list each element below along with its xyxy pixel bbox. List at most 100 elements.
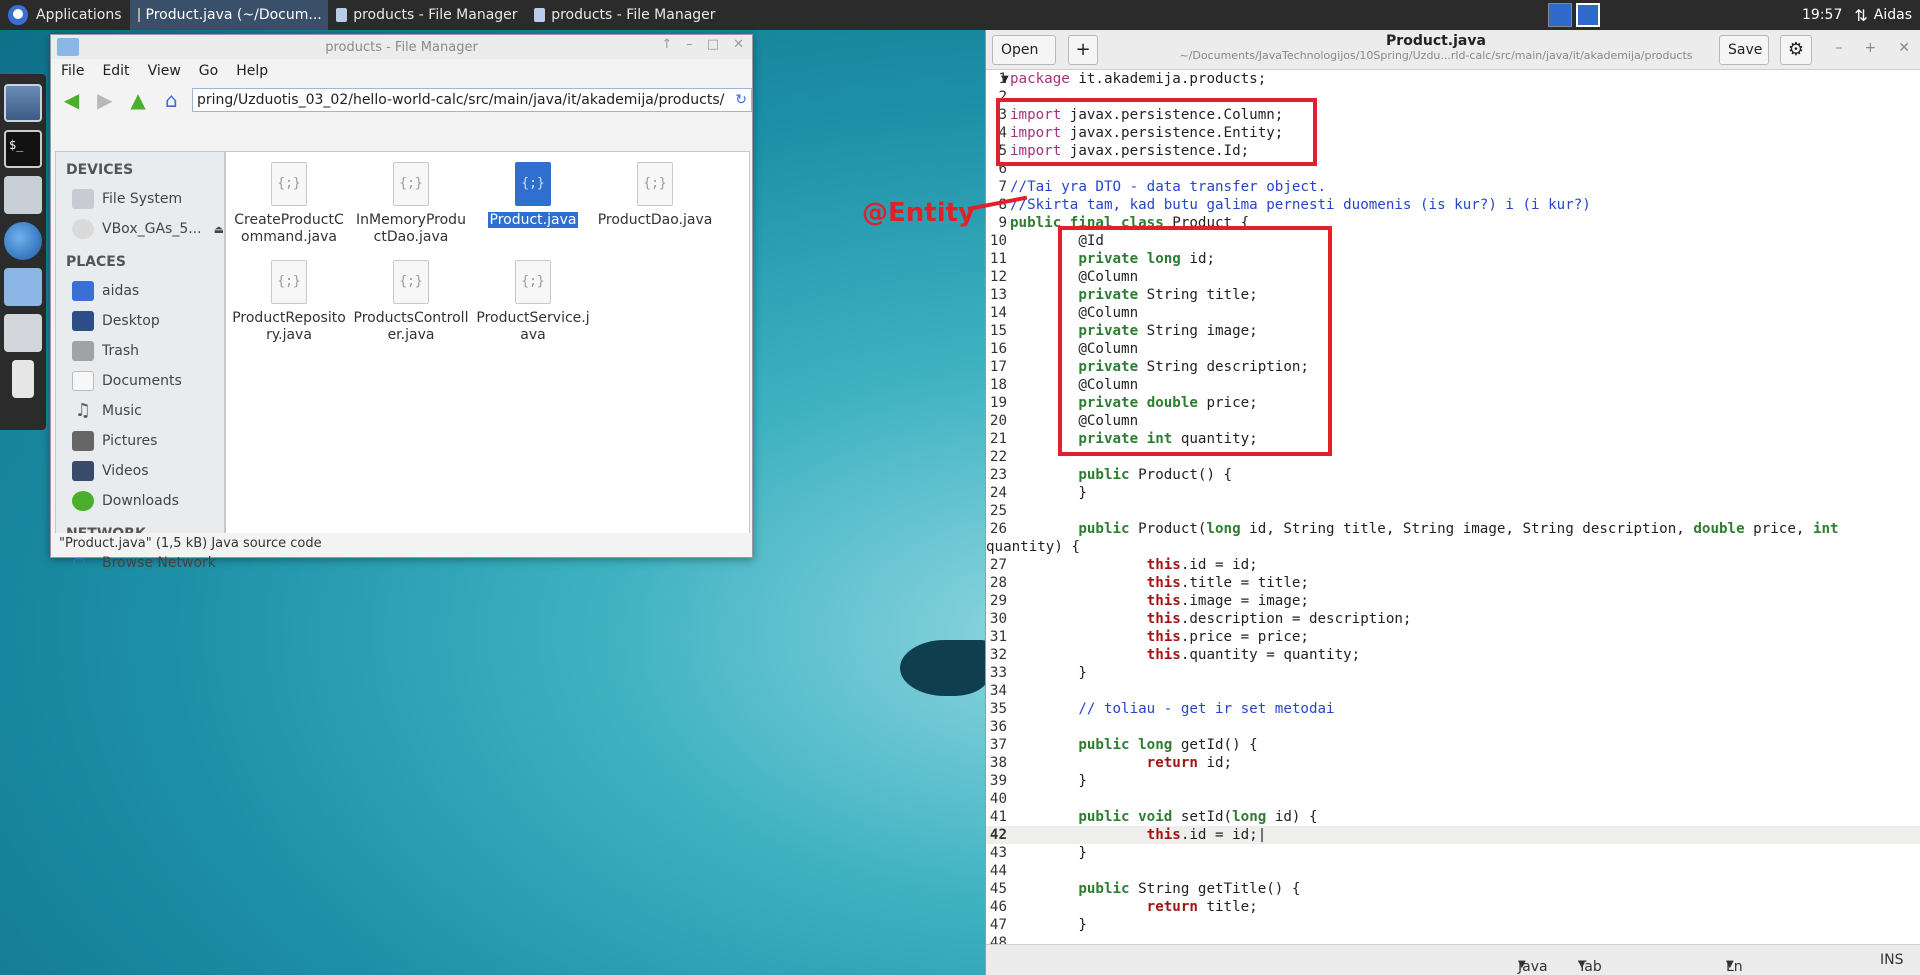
sidebar-item-aidas[interactable]: aidas — [64, 276, 224, 306]
code-line[interactable]: 29 this.image = image; — [986, 592, 1920, 610]
code-line[interactable]: 44 — [986, 862, 1920, 880]
file-item-selected[interactable]: {;} Product.java — [472, 152, 594, 229]
code-line[interactable]: 1 package it.akademija.products; — [986, 70, 1920, 88]
gear-icon[interactable]: ⚙ — [1780, 35, 1812, 65]
close-icon[interactable]: ✕ — [1898, 40, 1910, 56]
user-menu[interactable]: Aidas — [1874, 7, 1912, 23]
sidebar-item-pictures[interactable]: Pictures — [64, 426, 224, 456]
code-line[interactable]: 7//Tai yra DTO - data transfer object. — [986, 178, 1920, 196]
code-line[interactable]: 39 } — [986, 772, 1920, 790]
code-line[interactable]: 38 return id; — [986, 754, 1920, 772]
file-item[interactable]: {;} ProductReposito ry.java — [228, 250, 350, 344]
file-manager-icon[interactable] — [4, 268, 42, 306]
show-desktop-icon[interactable] — [4, 84, 42, 122]
home-icon[interactable]: ⌂ — [159, 87, 184, 113]
code-line[interactable]: 27 this.id = id; — [986, 556, 1920, 574]
clock[interactable]: 19:57 — [1802, 7, 1842, 23]
code-line[interactable]: 45 public String getTitle() { — [986, 880, 1920, 898]
taskbar-item-editor[interactable]: Product.java (~/Docum... — [129, 0, 328, 30]
code-line[interactable]: 36 — [986, 718, 1920, 736]
sidebar-item-desktop[interactable]: Desktop — [64, 306, 224, 336]
code-line[interactable]: 42 this.id = id;| — [986, 826, 1920, 844]
code-line[interactable]: 40 — [986, 790, 1920, 808]
sidebar-item-label: File System — [102, 191, 183, 207]
minimize-icon[interactable]: – — [1836, 40, 1843, 56]
terminal-icon[interactable]: $_ — [4, 130, 42, 168]
location-path: pring/Uzduotis_03_02/hello-world-calc/sr… — [197, 92, 725, 108]
menu-bar: File Edit View Go Help — [51, 59, 752, 83]
close-icon[interactable]: ✕ — [733, 37, 744, 52]
code-line[interactable]: 31 this.price = price; — [986, 628, 1920, 646]
text-editor-icon — [137, 8, 140, 22]
back-arrow-icon[interactable]: ◀ — [59, 87, 84, 113]
forward-arrow-icon[interactable]: ▶ — [92, 87, 117, 113]
code-line[interactable]: 26 public Product(long id, String title,… — [986, 520, 1920, 556]
code-line[interactable]: 35 // toliau - get ir set metodai — [986, 700, 1920, 718]
sidebar-item-music[interactable]: ♫ Music — [64, 396, 224, 426]
reload-icon[interactable]: ↻ — [735, 89, 747, 111]
code-line[interactable]: 24 } — [986, 484, 1920, 502]
open-button[interactable]: Open ▼ — [992, 35, 1056, 85]
maximize-icon[interactable]: □ — [707, 37, 719, 52]
code-text: } — [1010, 665, 1087, 681]
menu-help[interactable]: Help — [236, 63, 268, 79]
code-line[interactable]: 34 — [986, 682, 1920, 700]
insert-mode[interactable]: INS — [1880, 952, 1904, 968]
window-titlebar[interactable]: products - File Manager ↑ – □ ✕ — [51, 35, 752, 59]
up-arrow-icon[interactable]: ▲ — [126, 87, 151, 113]
code-line[interactable]: 30 this.description = description; — [986, 610, 1920, 628]
code-line[interactable]: 48 — [986, 934, 1920, 944]
code-line[interactable]: 43 } — [986, 844, 1920, 862]
editor-header-bar[interactable]: Open ▼ + Product.java ~/Documents/JavaTe… — [986, 30, 1920, 85]
taskbar-item-file-manager[interactable]: products - File Manager — [328, 0, 526, 30]
location-bar[interactable]: pring/Uzduotis_03_02/hello-world-calc/sr… — [192, 88, 752, 112]
java-file-icon: {;} — [271, 162, 307, 206]
code-line[interactable]: 8//Skirta tam, kad butu galima pernesti … — [986, 196, 1920, 214]
menu-edit[interactable]: Edit — [102, 63, 129, 79]
menu-view[interactable]: View — [148, 63, 181, 79]
file-item[interactable]: {;} InMemoryProdu ctDao.java — [350, 152, 472, 246]
minimize-icon[interactable]: – — [686, 37, 693, 52]
removable-drive-icon[interactable] — [12, 360, 34, 398]
code-line[interactable]: 32 this.quantity = quantity; — [986, 646, 1920, 664]
code-line[interactable]: 37 public long getId() { — [986, 736, 1920, 754]
eject-icon[interactable]: ⏏ — [214, 223, 224, 236]
sidebar-item-documents[interactable]: Documents — [64, 366, 224, 396]
sidebar-item-file-system[interactable]: File System — [64, 184, 224, 214]
code-line[interactable]: 23 public Product() { — [986, 466, 1920, 484]
code-line[interactable]: 47 } — [986, 916, 1920, 934]
home-folder-icon[interactable] — [4, 176, 42, 214]
save-button[interactable]: Save — [1719, 35, 1769, 65]
web-browser-icon[interactable] — [4, 222, 42, 260]
menu-file[interactable]: File — [61, 63, 84, 79]
keep-above-icon[interactable]: ↑ — [661, 37, 672, 52]
menu-go[interactable]: Go — [199, 63, 218, 79]
code-line[interactable]: 46 return title; — [986, 898, 1920, 916]
file-item[interactable]: {;} ProductDao.java — [594, 152, 716, 229]
sidebar-item-videos[interactable]: Videos — [64, 456, 224, 486]
app-finder-icon[interactable] — [4, 314, 42, 352]
code-editor[interactable]: 1 package it.akademija.products; 2 3 import … — [986, 70, 1920, 944]
code-line[interactable]: 33 } — [986, 664, 1920, 682]
new-tab-button[interactable]: + — [1068, 35, 1098, 65]
code-line[interactable]: 25 — [986, 502, 1920, 520]
code-text: this.id = id; — [1146, 557, 1258, 573]
sidebar-item-downloads[interactable]: Downloads — [64, 486, 224, 516]
maximize-icon[interactable]: + — [1865, 40, 1877, 56]
code-line[interactable]: 28 this.title = title; — [986, 574, 1920, 592]
network-status-icon[interactable]: ⇅ — [1854, 6, 1867, 25]
workspace-2-button[interactable] — [1576, 3, 1600, 27]
sidebar-item-trash[interactable]: Trash — [64, 336, 224, 366]
code-line[interactable]: 41 public void setId(long id) { — [986, 808, 1920, 826]
line-number: 33 — [989, 665, 1007, 681]
line-number: 38 — [989, 755, 1007, 771]
workspace-1-button[interactable] — [1548, 3, 1572, 27]
applications-menu[interactable]: Applications — [0, 0, 130, 30]
toolbar: ◀ ▶ ▲ ⌂ pring/Uzduotis_03_02/hello-world… — [51, 83, 752, 117]
sidebar-item-vbox[interactable]: VBox_GAs_5... ⏏ — [64, 214, 224, 244]
optical-disc-icon — [72, 219, 94, 239]
taskbar-item-file-manager-2[interactable]: products - File Manager — [526, 0, 724, 30]
file-item[interactable]: {;} ProductService.j ava — [472, 250, 594, 344]
file-item[interactable]: {;} CreateProductC ommand.java — [228, 152, 350, 246]
file-item[interactable]: {;} ProductsControll er.java — [350, 250, 472, 344]
